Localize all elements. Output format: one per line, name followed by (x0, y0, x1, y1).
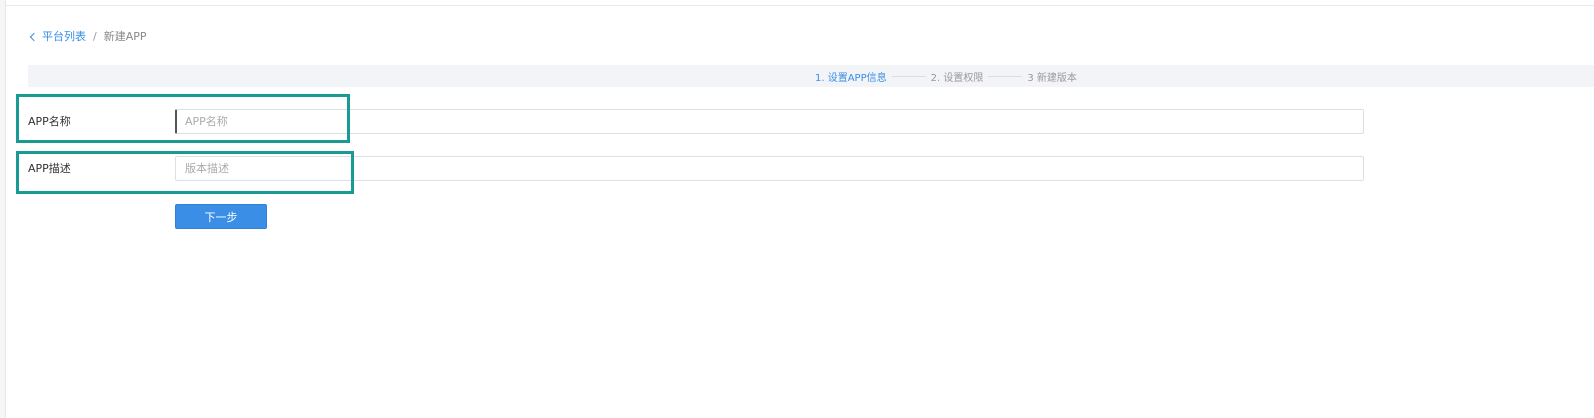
step-2: 2. 设置权限 (930, 72, 984, 84)
top-divider (0, 5, 1594, 6)
breadcrumb-back-link[interactable]: 平台列表 (29, 28, 86, 44)
breadcrumb: 平台列表 / 新建APP (29, 28, 147, 44)
step-1: 1. 设置APP信息 (815, 72, 887, 84)
app-name-label: APP名称 (28, 115, 71, 128)
breadcrumb-current: 新建APP (103, 30, 147, 43)
app-description-input[interactable] (175, 156, 1364, 181)
breadcrumb-separator: / (93, 29, 97, 43)
step-3: 3 新建版本 (1027, 72, 1077, 84)
app-description-label: APP描述 (28, 162, 71, 175)
breadcrumb-back-label: 平台列表 (42, 30, 86, 43)
app-name-input[interactable] (175, 109, 1364, 134)
next-step-button[interactable]: 下一步 (175, 204, 267, 229)
steps-bar: 1. 设置APP信息 2. 设置权限 3 新建版本 (28, 65, 1594, 87)
step-connector (891, 75, 926, 77)
step-connector (988, 75, 1023, 77)
chevron-left-icon (29, 32, 39, 41)
left-sidebar-edge (0, 0, 6, 418)
step-indicator: 1. 设置APP信息 2. 设置权限 3 新建版本 (815, 65, 1077, 87)
